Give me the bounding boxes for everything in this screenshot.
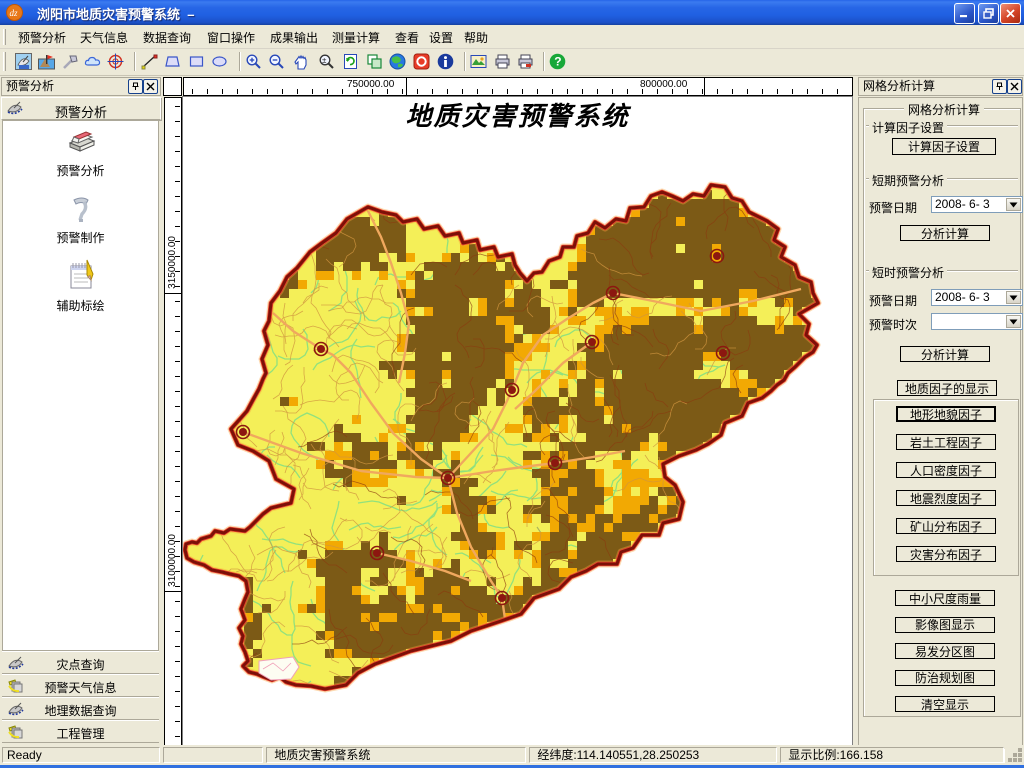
svg-text:±: ±: [322, 56, 327, 65]
svg-text:dz: dz: [10, 8, 19, 18]
svg-text:?: ?: [554, 55, 561, 69]
